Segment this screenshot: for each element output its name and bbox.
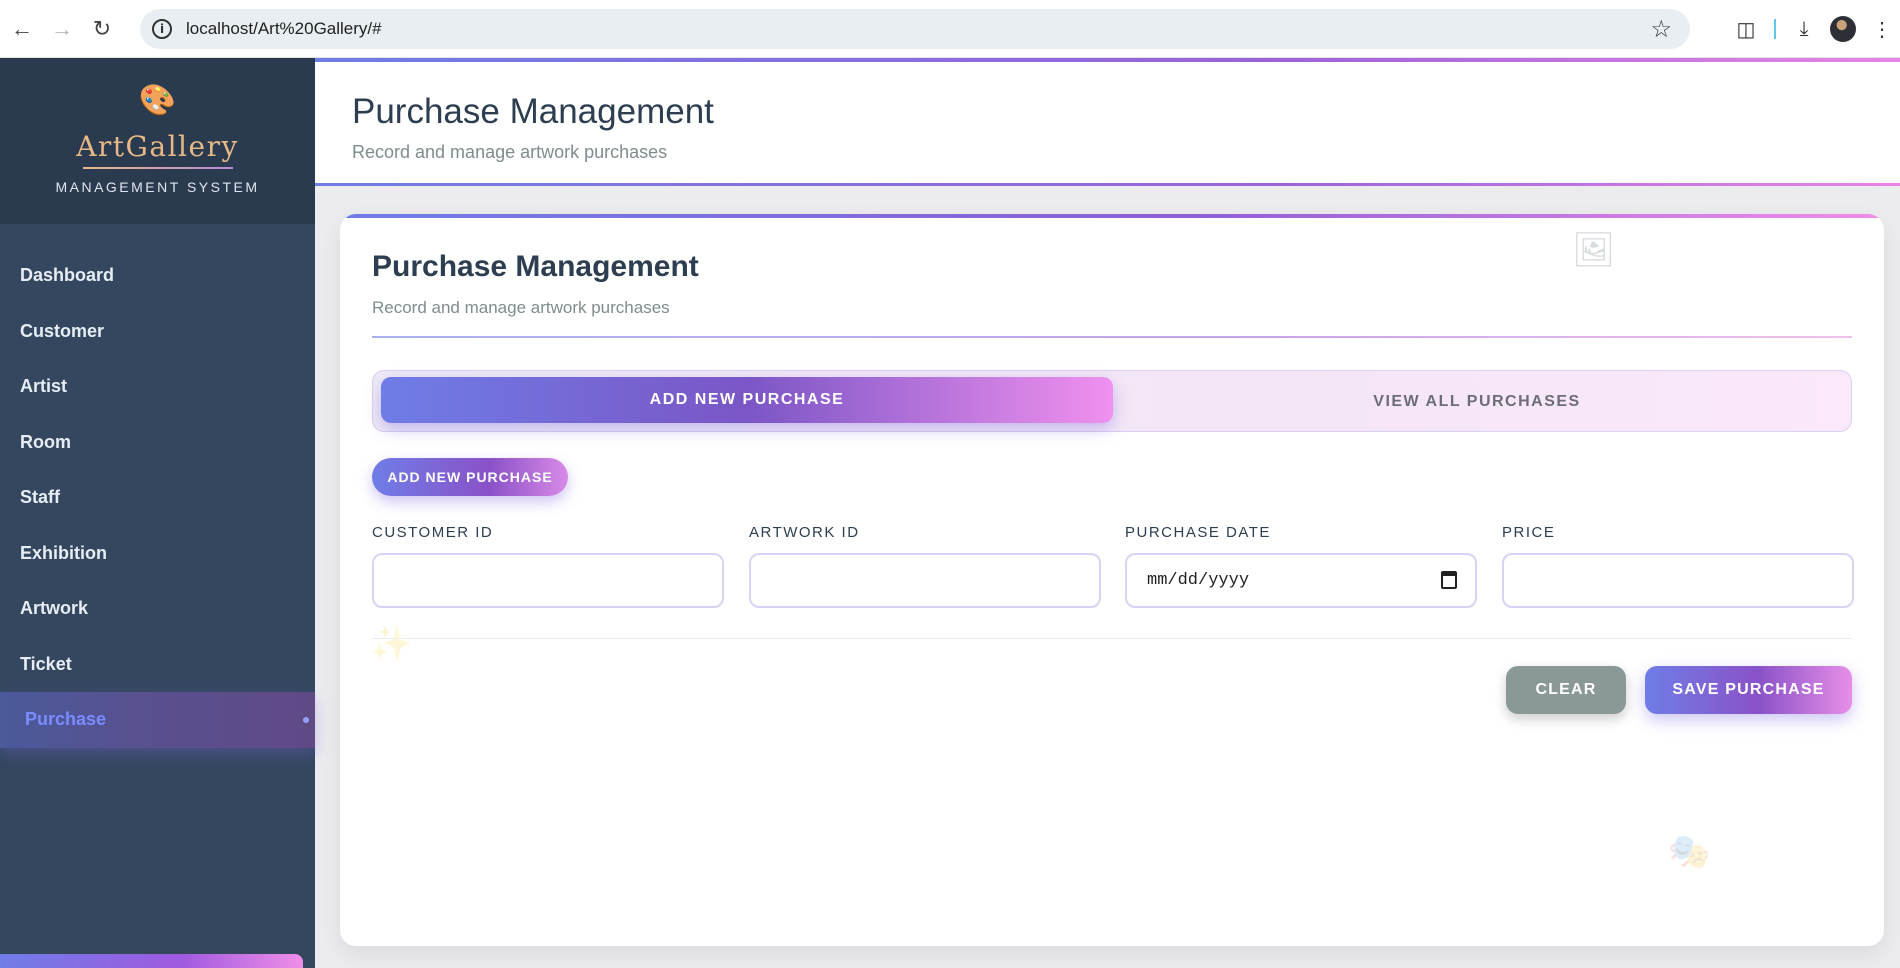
purchase-card: Purchase Management Record and manage ar… <box>340 214 1884 946</box>
sidebar-menu: Dashboard Customer Artist Room Staff Exh… <box>0 248 315 748</box>
forward-icon[interactable]: → <box>44 11 80 47</box>
extensions-icon[interactable]: ◫ <box>1728 11 1764 47</box>
purchase-date-input[interactable]: mm/dd/yyyy <box>1125 553 1477 608</box>
sparkles-icon: ✨ <box>370 625 413 663</box>
brand-underline <box>82 167 233 169</box>
customer-id-label: CUSTOMER ID <box>372 524 494 541</box>
reload-icon[interactable]: ↻ <box>84 11 120 47</box>
site-info-icon[interactable]: i <box>152 19 172 39</box>
active-indicator-dot <box>303 717 309 723</box>
sidebar-item-exhibition[interactable]: Exhibition <box>0 526 315 582</box>
url-text[interactable]: localhost/Art%20Gallery/# <box>186 19 382 39</box>
card-subtitle: Record and manage artwork purchases <box>372 298 670 317</box>
address-bar[interactable]: i localhost/Art%20Gallery/# ☆ <box>140 9 1690 49</box>
sidebar-item-staff[interactable]: Staff <box>0 470 315 526</box>
purchase-date-placeholder: mm/dd/yyyy <box>1147 571 1250 590</box>
sidebar-item-customer[interactable]: Customer <box>0 304 315 360</box>
more-menu-icon[interactable]: ⋮ <box>1864 11 1900 47</box>
card-accent-line <box>340 214 1884 218</box>
page-subtitle: Record and manage artwork purchases <box>352 142 668 162</box>
bookmark-star-icon[interactable]: ☆ <box>1650 15 1672 44</box>
price-input[interactable] <box>1502 553 1854 608</box>
sidebar-item-artwork[interactable]: Artwork <box>0 581 315 637</box>
card-title: Purchase Management <box>372 250 699 283</box>
save-purchase-button[interactable]: SAVE PURCHASE <box>1645 666 1852 714</box>
sidebar: 🎨 ArtGallery MANAGEMENT SYSTEM Dashboard… <box>0 58 315 968</box>
page-header: Purchase Management Record and manage ar… <box>315 58 1900 186</box>
tab-view-all-purchases[interactable]: VIEW ALL PURCHASES <box>1111 379 1843 425</box>
browser-toolbar: ← → ↻ i localhost/Art%20Gallery/# ☆ ◫ ⤓ … <box>0 0 1900 58</box>
purchase-date-label: PURCHASE DATE <box>1125 524 1271 541</box>
tab-bar: ADD NEW PURCHASE VIEW ALL PURCHASES <box>372 370 1852 432</box>
back-icon[interactable]: ← <box>4 11 40 47</box>
brand: 🎨 ArtGallery MANAGEMENT SYSTEM <box>0 58 315 224</box>
card-title-divider <box>372 336 1852 338</box>
toolbar-separator <box>1774 19 1776 39</box>
tab-add-new-purchase[interactable]: ADD NEW PURCHASE <box>381 377 1113 423</box>
profile-avatar[interactable] <box>1830 16 1856 42</box>
price-label: PRICE <box>1502 524 1556 541</box>
sidebar-item-dashboard[interactable]: Dashboard <box>0 248 315 304</box>
sidebar-item-artist[interactable]: Artist <box>0 359 315 415</box>
brand-subtitle: MANAGEMENT SYSTEM <box>55 179 260 195</box>
theater-masks-icon: 🎭 <box>1668 833 1711 871</box>
sidebar-accent-bar <box>0 954 303 968</box>
customer-id-input[interactable] <box>372 553 724 608</box>
brand-title: ArtGallery <box>76 130 239 163</box>
add-new-purchase-button[interactable]: ADD NEW PURCHASE <box>372 458 568 496</box>
clear-button[interactable]: CLEAR <box>1506 666 1626 714</box>
sidebar-item-purchase[interactable]: Purchase <box>0 692 315 748</box>
sidebar-item-ticket[interactable]: Ticket <box>0 637 315 693</box>
sidebar-item-room[interactable]: Room <box>0 415 315 471</box>
palette-icon: 🎨 <box>138 84 177 117</box>
form-divider <box>372 638 1852 639</box>
artwork-id-label: ARTWORK ID <box>749 524 860 541</box>
sidebar-item-label: Purchase <box>25 709 107 730</box>
calendar-icon[interactable] <box>1441 571 1457 589</box>
page-title: Purchase Management <box>352 92 714 131</box>
browser-actions: ◫ ⤓ ⋮ <box>1728 9 1900 49</box>
download-icon[interactable]: ⤓ <box>1786 11 1822 47</box>
picture-icon: 🖼 <box>1572 231 1616 269</box>
artwork-id-input[interactable] <box>749 553 1101 608</box>
